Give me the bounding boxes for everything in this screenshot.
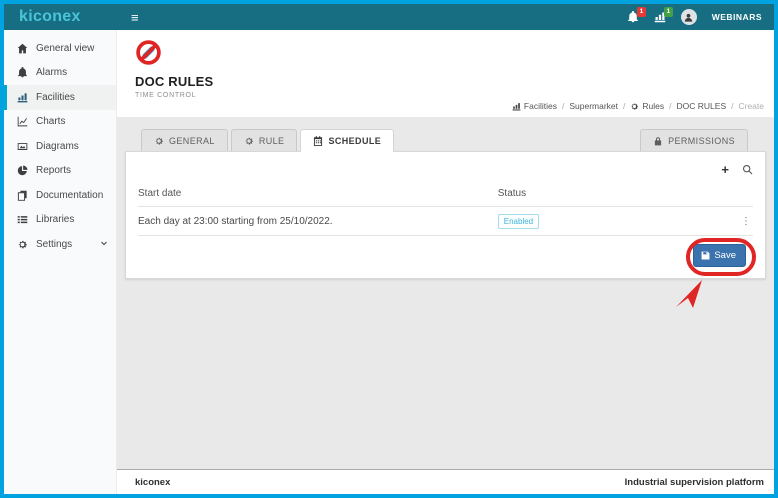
sidebar-item-label: Settings xyxy=(36,239,72,250)
page-header: DOC RULES TIME CONTROL Facilities / Supe… xyxy=(117,30,774,117)
floppy-save-icon xyxy=(701,251,710,260)
sidebar-item-label: Reports xyxy=(36,165,71,176)
save-button[interactable]: Save xyxy=(693,244,746,267)
breadcrumb-separator: / xyxy=(562,101,564,111)
table-row: Each day at 23:00 starting from 25/10/20… xyxy=(138,207,753,236)
schedule-description: Each day at 23:00 starting from 25/10/20… xyxy=(138,216,498,227)
sidebar-item-label: General view xyxy=(36,43,94,54)
home-icon xyxy=(17,43,28,54)
row-kebab-menu[interactable]: ⋮ xyxy=(739,216,753,227)
breadcrumb-separator: / xyxy=(623,101,625,111)
breadcrumb-facilities[interactable]: Facilities xyxy=(512,101,557,111)
image-icon xyxy=(17,141,28,152)
annotation-arrow xyxy=(675,278,705,313)
breadcrumb-doc-rules[interactable]: DOC RULES xyxy=(677,101,727,111)
tab-rule[interactable]: RULE xyxy=(231,129,298,151)
content-area: GENERAL RULE SCHEDULE PERMISSIONS xyxy=(117,117,774,469)
cogs-icon xyxy=(17,239,28,250)
card-footer: Save xyxy=(138,236,753,278)
person-icon xyxy=(683,12,694,23)
list-icon xyxy=(17,214,28,225)
sidebar-item-reports[interactable]: Reports xyxy=(4,159,116,184)
user-avatar[interactable] xyxy=(681,9,697,25)
breadcrumb-create-current: Create xyxy=(738,101,764,111)
facility-alerts-button[interactable]: 1 xyxy=(654,11,666,23)
page-footer: kiconex Industrial supervision platform xyxy=(117,469,774,494)
notifications-bell-button[interactable]: 1 xyxy=(627,11,639,23)
sidebar-item-label: Documentation xyxy=(36,190,103,201)
cogs-icon xyxy=(630,102,639,111)
facility-badge: 1 xyxy=(664,7,673,17)
sidebar-item-facilities[interactable]: Facilities xyxy=(4,85,116,110)
sidebar-item-diagrams[interactable]: Diagrams xyxy=(4,134,116,159)
topbar-actions: 1 1 WEBINARS xyxy=(627,9,774,25)
sidebar-item-alarms[interactable]: Alarms xyxy=(4,61,116,86)
sidebar-item-documentation[interactable]: Documentation xyxy=(4,183,116,208)
lock-icon xyxy=(653,136,663,146)
bell-badge: 1 xyxy=(637,7,646,17)
pie-chart-icon xyxy=(17,165,28,176)
bell-icon xyxy=(17,67,28,78)
tab-general[interactable]: GENERAL xyxy=(141,129,228,151)
sidebar-item-label: Facilities xyxy=(36,92,75,103)
sidebar-item-label: Charts xyxy=(36,116,65,127)
top-navbar: kiconex ≡ 1 1 WEBINARS xyxy=(4,4,774,30)
brand-area: kiconex xyxy=(4,8,117,26)
tab-permissions[interactable]: PERMISSIONS xyxy=(640,129,748,151)
table-header-row: Start date Status xyxy=(138,180,753,207)
footer-brand: kiconex xyxy=(135,477,170,488)
search-button[interactable] xyxy=(742,164,753,175)
breadcrumb-separator: / xyxy=(731,101,733,111)
chevron-down-icon xyxy=(100,239,108,250)
tab-bar: GENERAL RULE SCHEDULE PERMISSIONS xyxy=(125,129,766,151)
bar-chart-icon xyxy=(512,102,521,111)
line-chart-icon xyxy=(17,116,28,127)
calendar-icon xyxy=(313,136,323,146)
search-icon xyxy=(742,164,753,175)
sidebar-item-settings[interactable]: Settings xyxy=(4,232,116,257)
breadcrumb-supermarket[interactable]: Supermarket xyxy=(569,101,618,111)
breadcrumb-separator: / xyxy=(669,101,671,111)
sidebar-item-label: Libraries xyxy=(36,214,74,225)
tab-schedule[interactable]: SCHEDULE xyxy=(300,129,394,152)
breadcrumb: Facilities / Supermarket / Rules / DOC R… xyxy=(512,101,764,111)
hamburger-menu-icon[interactable]: ≡ xyxy=(131,11,139,24)
page-title: DOC RULES xyxy=(135,74,774,89)
sidebar-nav: General view Alarms Facilities Charts Di… xyxy=(4,30,117,494)
kiconex-logo[interactable]: kiconex xyxy=(19,8,81,25)
sidebar-item-libraries[interactable]: Libraries xyxy=(4,208,116,233)
bar-chart-icon xyxy=(17,92,28,103)
page-subtitle: TIME CONTROL xyxy=(135,92,774,99)
column-header-start-date: Start date xyxy=(138,188,498,199)
card-toolbar: + xyxy=(138,152,753,180)
webinars-button[interactable]: WEBINARS xyxy=(712,12,762,22)
sidebar-item-label: Alarms xyxy=(36,67,67,78)
sidebar-item-charts[interactable]: Charts xyxy=(4,110,116,135)
app-window: kiconex ≡ 1 1 WEBINARS xyxy=(0,0,778,498)
footer-tagline: Industrial supervision platform xyxy=(625,477,764,488)
copy-icon xyxy=(17,190,28,201)
column-header-status: Status xyxy=(498,188,753,199)
cogs-icon xyxy=(244,136,254,146)
gear-icon xyxy=(154,136,164,146)
prohibition-rule-icon xyxy=(135,39,162,66)
breadcrumb-rules[interactable]: Rules xyxy=(630,101,664,111)
sidebar-item-general-view[interactable]: General view xyxy=(4,36,116,61)
sidebar-item-label: Diagrams xyxy=(36,141,79,152)
schedule-card: + Start date Status Each day at 23:00 st… xyxy=(125,151,766,279)
add-schedule-button[interactable]: + xyxy=(721,163,729,176)
status-badge: Enabled xyxy=(498,214,539,229)
